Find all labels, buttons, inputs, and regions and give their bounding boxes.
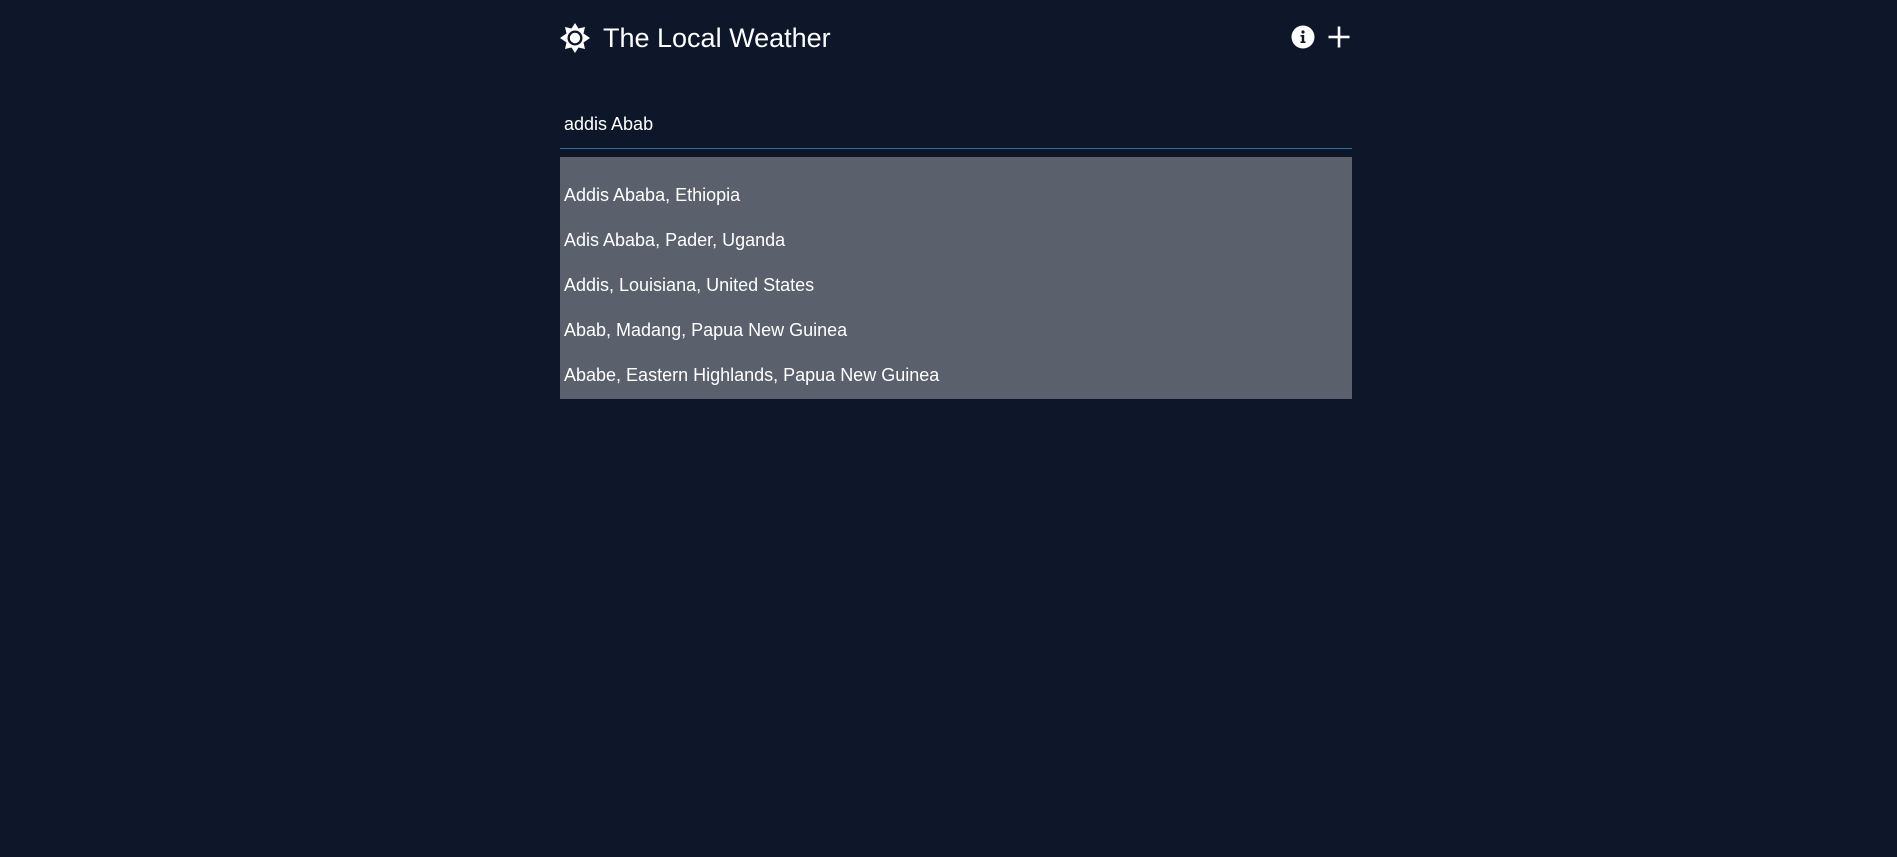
suggestion-item[interactable]: Addis, Louisiana, United States bbox=[560, 263, 1352, 308]
info-icon bbox=[1291, 25, 1315, 49]
suggestion-item[interactable]: Ababe, Eastern Highlands, Papua New Guin… bbox=[560, 353, 1352, 398]
info-button[interactable] bbox=[1290, 24, 1316, 50]
suggestion-item[interactable]: Addis Ababa, Ethiopia bbox=[560, 173, 1352, 218]
app-header: The Local Weather bbox=[560, 0, 1352, 76]
app-title: The Local Weather bbox=[603, 23, 831, 53]
suggestion-item[interactable]: Adis Ababa, Pader, Uganda bbox=[560, 218, 1352, 263]
search-field bbox=[560, 100, 1352, 149]
location-search-input[interactable] bbox=[560, 100, 1352, 148]
suggestion-item[interactable]: Abab, Madang, Papua New Guinea bbox=[560, 308, 1352, 353]
app-container: The Local Weather addis Abab Addis Ababa… bbox=[560, 0, 1352, 399]
brand[interactable]: The Local Weather bbox=[560, 21, 831, 55]
add-location-button[interactable] bbox=[1326, 24, 1352, 50]
sun-icon bbox=[560, 23, 590, 53]
header-actions bbox=[1290, 24, 1352, 50]
plus-icon bbox=[1328, 26, 1350, 48]
suggestions-dropdown: Addis Ababa, Ethiopia Adis Ababa, Pader,… bbox=[560, 157, 1352, 399]
